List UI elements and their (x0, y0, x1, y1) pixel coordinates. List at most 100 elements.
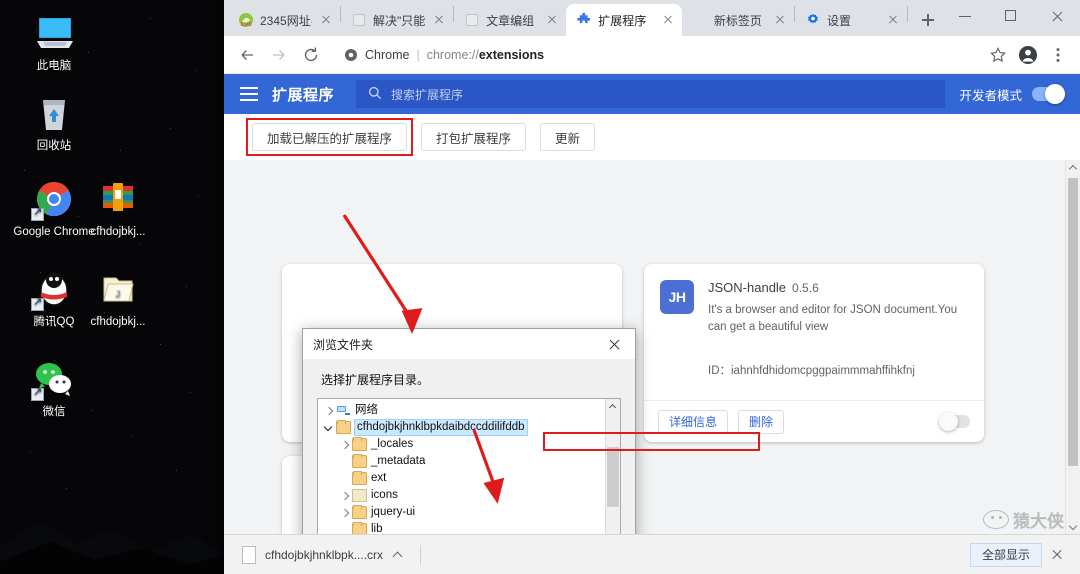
scroll-down-arrow-icon[interactable] (1066, 519, 1080, 534)
dialog-close-icon[interactable] (593, 329, 635, 359)
back-arrow-icon[interactable] (232, 40, 262, 70)
load-unpacked-button[interactable]: 加载已解压的扩展程序 (252, 123, 408, 151)
chevron-right-icon[interactable] (338, 489, 352, 503)
address-bar[interactable]: Chrome | chrome://extensions (334, 42, 976, 68)
desktop-icon-crx-archive[interactable]: cfhdojbkj... (70, 178, 166, 239)
chevron-down-icon[interactable] (322, 421, 336, 435)
tree-row-ext[interactable]: ext (318, 470, 620, 487)
browse-folder-dialog: 浏览文件夹 选择扩展程序目录。 网络 cfhdojbkjhnklbpkdaibd… (302, 328, 636, 534)
extension-version: 0.5.6 (792, 281, 819, 295)
hamburger-icon[interactable] (240, 87, 258, 101)
desktop-icon-this-pc[interactable]: 此电脑 (6, 12, 102, 73)
extension-description: It's a browser and editor for JSON docum… (708, 304, 958, 333)
developer-mode-toggle[interactable] (1032, 84, 1065, 104)
chevron-right-icon[interactable] (322, 404, 336, 418)
desktop-star (62, 112, 63, 113)
tab-newtab[interactable]: 新标签页 (682, 4, 794, 36)
tab-close-icon[interactable] (885, 12, 901, 28)
file-icon (242, 545, 256, 564)
extensions-action-bar: 加载已解压的扩展程序 打包扩展程序 更新 (224, 114, 1080, 160)
desktop-icon-recycle-bin[interactable]: 回收站 (6, 92, 102, 153)
reload-icon[interactable] (296, 40, 326, 70)
tab-article[interactable]: 文章编组 (454, 4, 566, 36)
desktop-icon-extension-folder[interactable]: J cfhdojbkj... (70, 268, 166, 329)
tree-scrollbar-thumb[interactable] (607, 447, 619, 507)
search-extensions-input[interactable]: 搜索扩展程序 (356, 80, 946, 108)
tree-row-jquery-ui[interactable]: jquery-ui (318, 504, 620, 521)
tab-title: 文章编组 (486, 13, 535, 28)
tree-scroll-up-icon[interactable] (606, 399, 620, 414)
close-window-button[interactable] (1034, 0, 1080, 32)
tree-row-label: cfhdojbkjhnklbpkdaibdccddilifddb (354, 419, 528, 436)
download-separator (420, 544, 422, 565)
more-menu-icon[interactable] (1044, 41, 1072, 69)
tree-row-extension-folder[interactable]: cfhdojbkjhnklbpkdaibdccddilifddb (318, 419, 620, 436)
tab-2345[interactable]: 2345 2345网址导 (228, 4, 340, 36)
desktop-icon-label: cfhdojbkj... (90, 316, 146, 328)
tab-extensions[interactable]: 扩展程序 (566, 4, 682, 36)
folder-tree[interactable]: 网络 cfhdojbkjhnklbpkdaibdccddilifddb _loc… (317, 398, 621, 534)
tree-row-metadata[interactable]: _metadata (318, 453, 620, 470)
scrollbar-thumb[interactable] (1068, 178, 1078, 466)
close-download-bar-button[interactable] (1044, 543, 1070, 567)
tab-close-icon[interactable] (544, 12, 560, 28)
desktop-icon-label: 回收站 (36, 140, 72, 152)
download-bar-right: 全部显示 (969, 542, 1070, 567)
chevron-up-icon[interactable] (392, 549, 404, 561)
tab-close-icon[interactable] (431, 12, 447, 28)
page-scrollbar[interactable] (1065, 160, 1080, 534)
desktop-icon-label: 此电脑 (36, 60, 72, 72)
extension-id-row: ID：iahnhfdhidomcpggpaimmmahffihkfnj (708, 362, 968, 378)
minimize-button[interactable] (942, 0, 988, 32)
details-button[interactable]: 详细信息 (658, 409, 729, 434)
extension-id-label: ID： (708, 365, 731, 377)
tab-settings[interactable]: 设置 (795, 4, 907, 36)
tree-row-label: 网络 (355, 404, 378, 416)
chevron-right-icon[interactable] (338, 506, 352, 520)
folder-icon (352, 453, 367, 468)
folder-tree-list: 网络 cfhdojbkjhnklbpkdaibdccddilifddb _loc… (318, 399, 620, 534)
remove-button[interactable]: 删除 (738, 409, 785, 434)
pack-extension-button[interactable]: 打包扩展程序 (421, 123, 527, 151)
update-button[interactable]: 更新 (540, 123, 596, 151)
tree-row-lib[interactable]: lib (318, 521, 620, 534)
2345-icon: 2345 (238, 12, 254, 28)
dialog-title-bar: 浏览文件夹 (303, 329, 635, 359)
extension-enable-toggle[interactable] (939, 411, 970, 431)
tree-row-label: lib (371, 523, 383, 534)
folder-icon (336, 419, 351, 434)
forward-arrow-icon[interactable] (264, 40, 294, 70)
tab-close-icon[interactable] (318, 12, 334, 28)
tree-scrollbar[interactable] (605, 399, 620, 534)
network-icon (336, 404, 351, 417)
new-tab-button[interactable] (914, 6, 942, 34)
folder-icon (352, 521, 367, 534)
tab-close-icon[interactable] (772, 12, 788, 28)
download-item[interactable]: cfhdojbkjhnklbpk....crx (234, 541, 412, 569)
maximize-button[interactable] (988, 0, 1034, 32)
desktop-star (196, 70, 197, 71)
extension-card-body: JH JSON-handle 0.5.6 It's a browser and e… (644, 264, 984, 400)
desktop-icon-label: cfhdojbkj... (90, 226, 146, 238)
shortcut-overlay-icon (31, 296, 44, 311)
profile-icon[interactable] (1014, 41, 1042, 69)
desktop-icon-wechat[interactable]: 微信 (6, 358, 102, 419)
tab-title: 解决"只能 (373, 13, 426, 28)
tab-solution[interactable]: 解决"只能 (341, 4, 453, 36)
desktop-icon-grid: 此电脑 回收站 ↗ Google Chrome cfhdojbkj... ↗ 腾… (0, 0, 224, 574)
no-chevron (338, 523, 352, 535)
scroll-up-arrow-icon[interactable] (1066, 160, 1080, 175)
page-info-icon[interactable] (344, 48, 358, 62)
desktop-star (104, 312, 105, 313)
desktop-star (140, 244, 141, 245)
chevron-right-icon[interactable] (338, 438, 352, 452)
desktop-star (36, 30, 37, 31)
tab-close-icon[interactable] (660, 12, 676, 28)
star-icon[interactable] (984, 41, 1012, 69)
tree-row-locales[interactable]: _locales (318, 436, 620, 453)
tree-row-icons[interactable]: icons (318, 487, 620, 504)
puzzle-icon (576, 12, 592, 28)
desktop-star (88, 52, 89, 53)
tree-row-network[interactable]: 网络 (318, 402, 620, 419)
show-all-downloads-button[interactable]: 全部显示 (969, 542, 1042, 567)
